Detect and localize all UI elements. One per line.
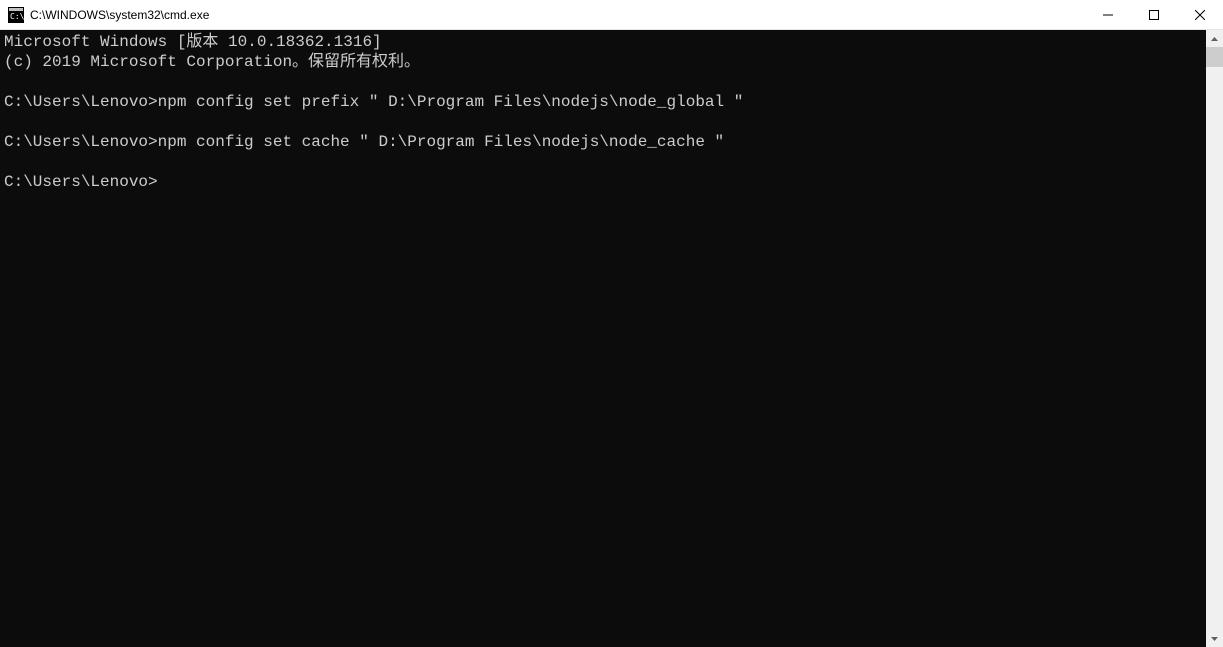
console-header-2: (c) 2019 Microsoft Corporation。保留所有权利。 <box>4 52 1206 72</box>
cmd-icon: C:\ <box>8 7 24 23</box>
close-icon <box>1195 10 1205 20</box>
command-text: npm config set cache ″ D:\Program Files\… <box>158 133 725 151</box>
command-line-1: C:\Users\Lenovo>npm config set prefix ″ … <box>4 92 1206 112</box>
prompt: C:\Users\Lenovo> <box>4 133 158 151</box>
console-area: Microsoft Windows [版本 10.0.18362.1316](c… <box>0 30 1223 647</box>
command-text: npm config set prefix ″ D:\Program Files… <box>158 93 744 111</box>
scrollbar-track[interactable] <box>1206 47 1223 630</box>
current-prompt-line: C:\Users\Lenovo> <box>4 172 1206 192</box>
chevron-up-icon <box>1211 37 1218 41</box>
console-output[interactable]: Microsoft Windows [版本 10.0.18362.1316](c… <box>0 30 1206 647</box>
close-button[interactable] <box>1177 0 1223 30</box>
console-header-1: Microsoft Windows [版本 10.0.18362.1316] <box>4 32 1206 52</box>
prompt: C:\Users\Lenovo> <box>4 93 158 111</box>
scrollbar-down-button[interactable] <box>1206 630 1223 647</box>
scrollbar-up-button[interactable] <box>1206 30 1223 47</box>
svg-text:C:\: C:\ <box>10 12 24 21</box>
window-controls <box>1085 0 1223 29</box>
blank-line <box>4 72 1206 92</box>
command-line-2: C:\Users\Lenovo>npm config set cache ″ D… <box>4 132 1206 152</box>
prompt: C:\Users\Lenovo> <box>4 173 158 191</box>
chevron-down-icon <box>1211 637 1218 641</box>
maximize-button[interactable] <box>1131 0 1177 30</box>
scrollbar-thumb[interactable] <box>1206 47 1223 67</box>
maximize-icon <box>1149 10 1159 20</box>
blank-line <box>4 112 1206 132</box>
minimize-button[interactable] <box>1085 0 1131 30</box>
blank-line <box>4 152 1206 172</box>
minimize-icon <box>1103 10 1113 20</box>
window-title: C:\WINDOWS\system32\cmd.exe <box>30 0 1085 30</box>
vertical-scrollbar[interactable] <box>1206 30 1223 647</box>
titlebar[interactable]: C:\ C:\WINDOWS\system32\cmd.exe <box>0 0 1223 30</box>
